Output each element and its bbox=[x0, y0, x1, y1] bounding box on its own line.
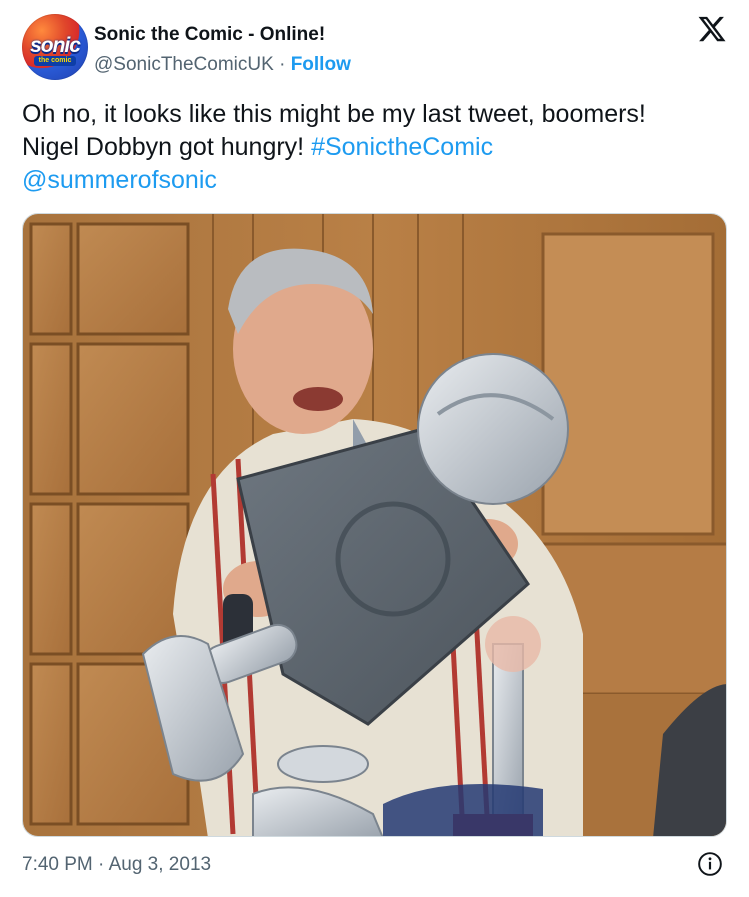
tweet-photo[interactable] bbox=[22, 213, 727, 837]
photo-illustration bbox=[23, 214, 726, 836]
tweet-text: Oh no, it looks like this might be my la… bbox=[22, 98, 727, 197]
tweet-text-line1: Oh no, it looks like this might be my la… bbox=[22, 100, 646, 128]
hashtag-link[interactable]: #SonictheComic bbox=[311, 133, 493, 161]
x-logo-icon[interactable] bbox=[697, 14, 727, 44]
tweet-card: sonic the comic Sonic the Comic - Online… bbox=[0, 0, 749, 897]
separator: · bbox=[273, 54, 291, 75]
display-name[interactable]: Sonic the Comic - Online! bbox=[94, 24, 325, 46]
avatar[interactable]: sonic the comic bbox=[22, 14, 88, 80]
follow-button[interactable]: Follow bbox=[291, 54, 351, 75]
tweet-text-line2: Nigel Dobbyn got hungry! #SonictheComic bbox=[22, 131, 727, 164]
mention-link[interactable]: @summerofsonic bbox=[22, 164, 727, 197]
timestamp[interactable]: 7:40 PM · Aug 3, 2013 bbox=[22, 854, 211, 876]
tweet-text-plain: Nigel Dobbyn got hungry! bbox=[22, 133, 312, 161]
tweet-footer: 7:40 PM · Aug 3, 2013 bbox=[22, 850, 727, 878]
handle[interactable]: @SonicTheComicUK bbox=[94, 54, 274, 75]
avatar-logo-text: sonic bbox=[30, 34, 81, 57]
tweet-header: sonic the comic Sonic the Comic - Online… bbox=[22, 14, 727, 84]
avatar-sub-text: the comic bbox=[34, 56, 76, 66]
info-icon[interactable] bbox=[697, 851, 723, 877]
handle-row: @SonicTheComicUK · Follow bbox=[94, 54, 351, 76]
